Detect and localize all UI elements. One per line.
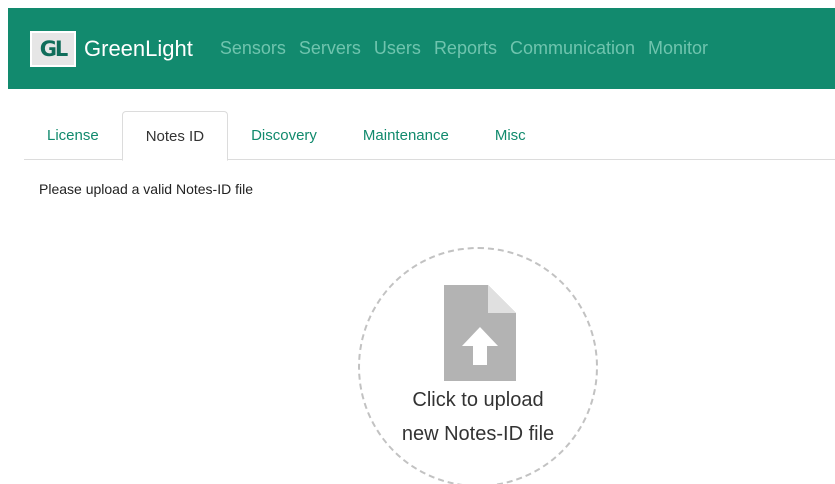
upload-drop-zone[interactable]: Click to upload new Notes-ID file	[358, 247, 598, 484]
nav-item-reports[interactable]: Reports	[434, 38, 497, 59]
nav-item-servers[interactable]: Servers	[299, 38, 361, 59]
upload-instruction: Please upload a valid Notes-ID file	[39, 181, 254, 197]
upload-label-line1: Click to upload	[412, 389, 544, 411]
tab-notes-id[interactable]: Notes ID	[121, 111, 229, 161]
tab-maintenance[interactable]: Maintenance	[340, 111, 472, 160]
upload-label-line2: new Notes-ID file	[401, 423, 555, 445]
tab-license[interactable]: License	[24, 111, 122, 160]
nav-menu: Sensors Servers Users Reports Communicat…	[220, 38, 721, 59]
nav-item-communication[interactable]: Communication	[510, 38, 635, 59]
tab-misc[interactable]: Misc	[472, 111, 549, 160]
file-upload-icon	[444, 285, 516, 381]
page: GL GreenLight Sensors Servers Users Repo…	[0, 0, 835, 484]
settings-tabs: License Notes ID Discovery Maintenance M…	[24, 111, 835, 161]
greenlight-logo[interactable]: GL	[30, 30, 76, 67]
top-navbar: GL GreenLight Sensors Servers Users Repo…	[8, 8, 835, 89]
upload-label[interactable]: Click to upload new Notes-ID file	[360, 383, 596, 451]
brand-name[interactable]: GreenLight	[84, 36, 193, 62]
nav-item-monitor[interactable]: Monitor	[648, 38, 708, 59]
nav-item-sensors[interactable]: Sensors	[220, 38, 286, 59]
tab-discovery[interactable]: Discovery	[228, 111, 340, 160]
brand[interactable]: GL GreenLight	[30, 8, 193, 89]
nav-item-users[interactable]: Users	[374, 38, 421, 59]
